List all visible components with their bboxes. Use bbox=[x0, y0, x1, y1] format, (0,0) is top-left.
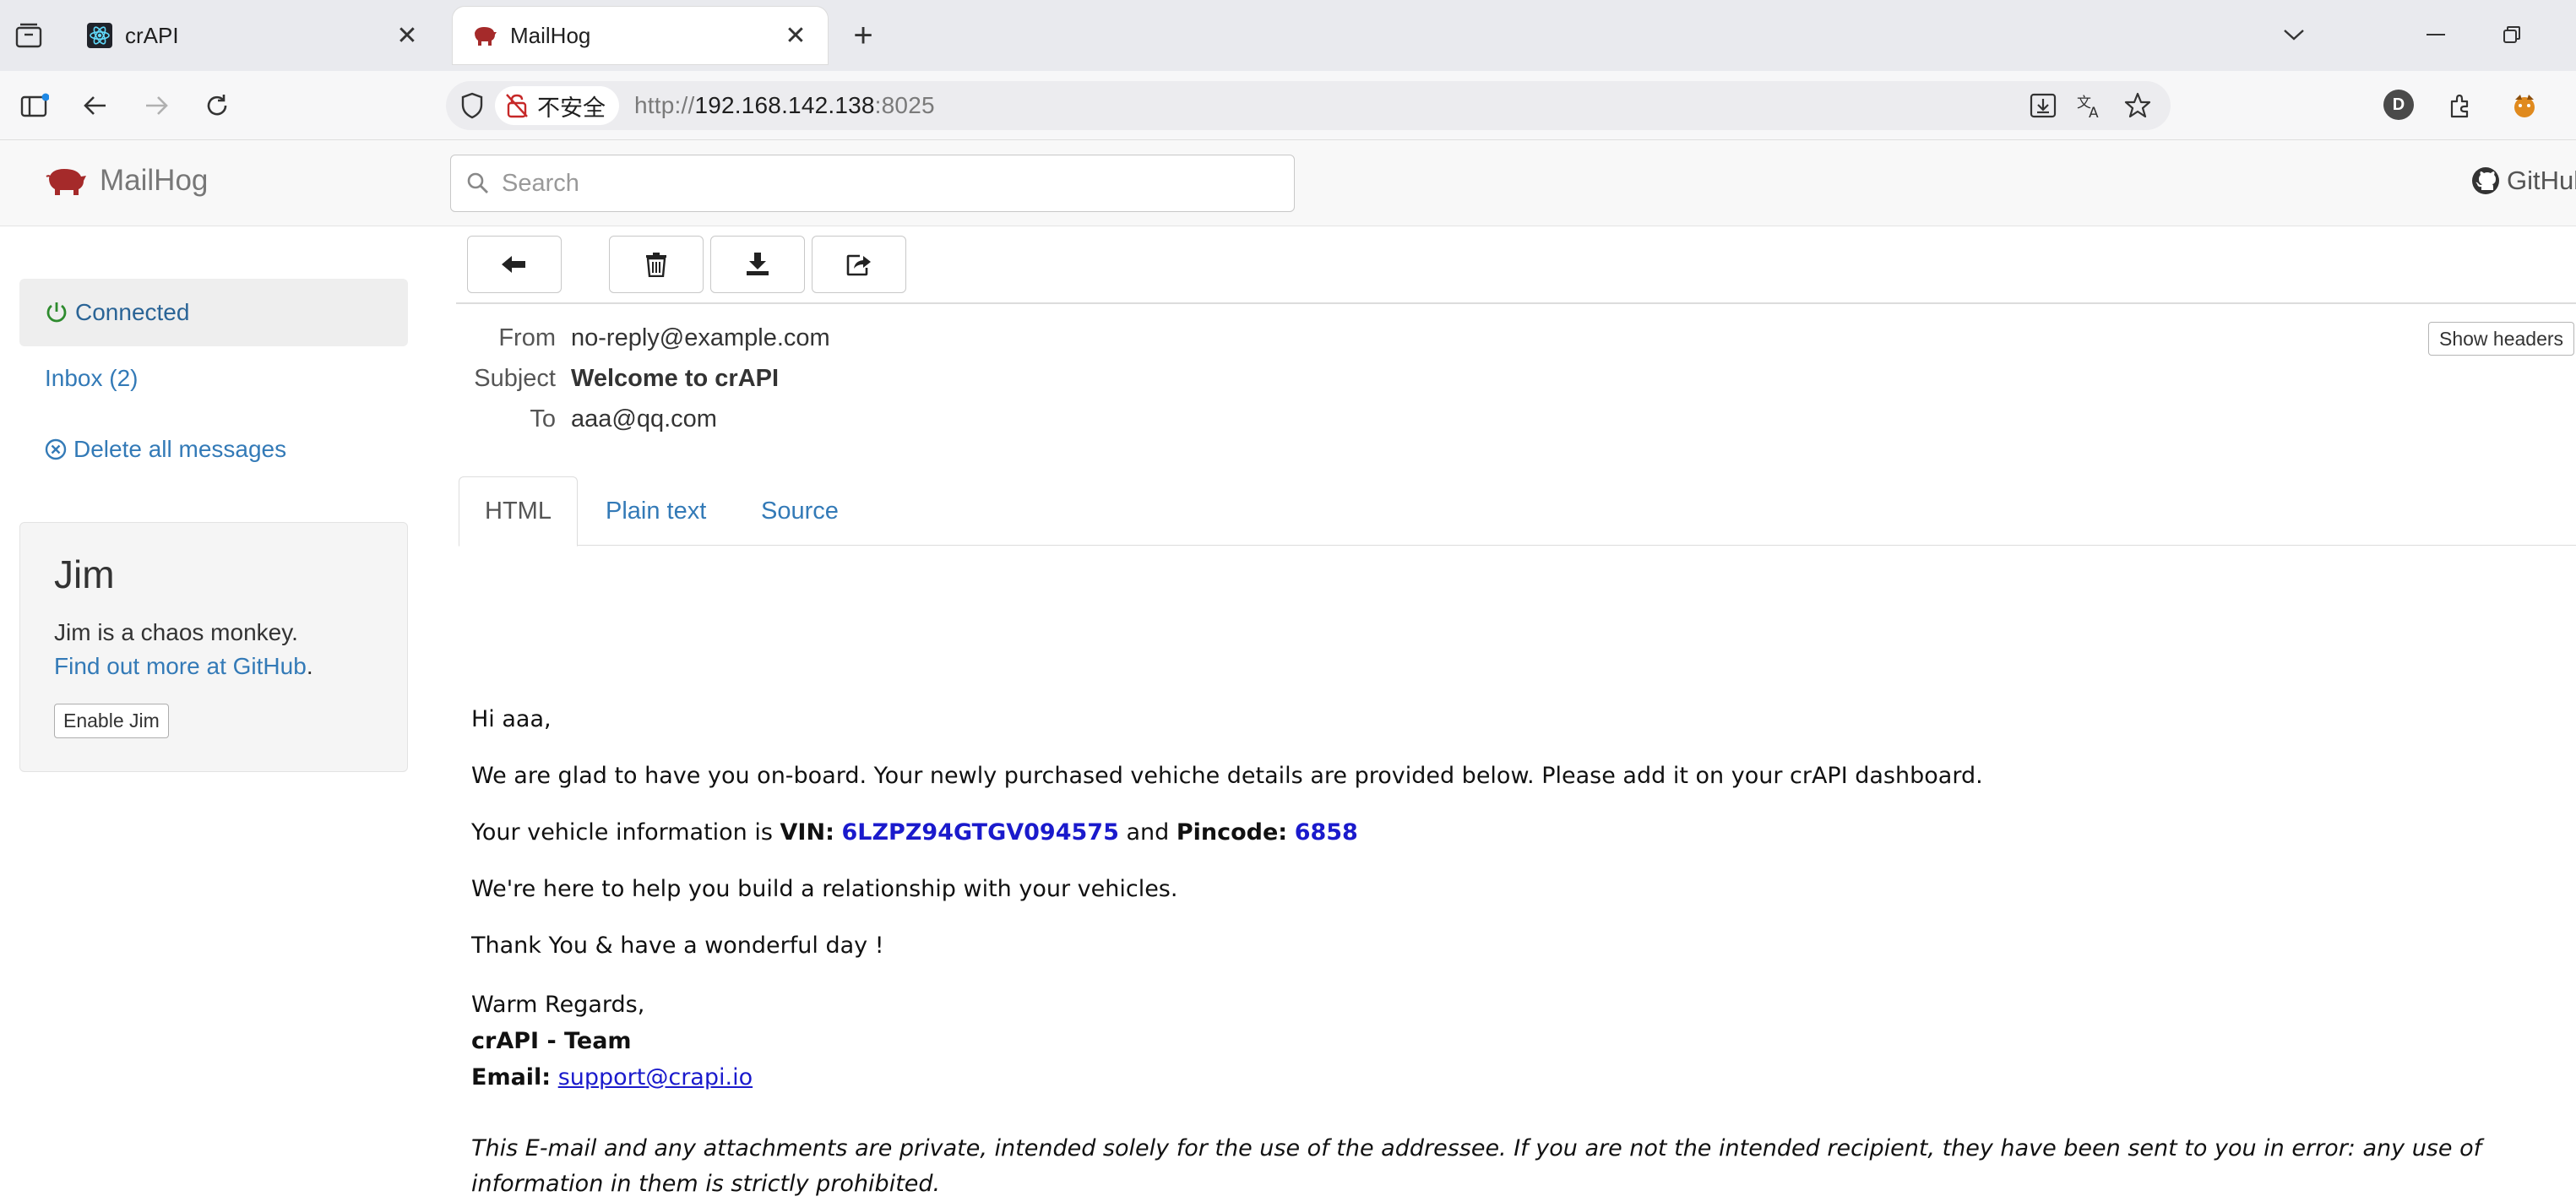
back-button[interactable] bbox=[467, 236, 562, 293]
jim-description: Jim is a chaos monkey. bbox=[54, 619, 298, 645]
email-label: Email: bbox=[471, 1064, 552, 1091]
pincode-value: 6858 bbox=[1294, 819, 1358, 846]
share-icon bbox=[846, 254, 871, 276]
power-icon bbox=[45, 301, 68, 324]
delete-all-label: Delete all messages bbox=[73, 436, 287, 462]
search-icon bbox=[466, 171, 490, 195]
message-toolbar bbox=[456, 226, 2576, 304]
github-label: GitHub bbox=[2507, 166, 2576, 195]
mailhog-page: MailHog GitHub Connected Inbox (2) bbox=[0, 140, 2576, 1197]
close-icon[interactable]: ✕ bbox=[782, 22, 809, 50]
extension-avatar-icon[interactable] bbox=[2503, 84, 2546, 127]
message-view-tabs: HTML Plain text Source bbox=[459, 476, 2576, 547]
tab-overview-icon[interactable] bbox=[10, 19, 47, 52]
browser-toolbar: 不安全 http://192.168.142.138:8025 文A D bbox=[0, 71, 2576, 140]
browser-tab-title: MailHog bbox=[510, 22, 591, 48]
reload-icon[interactable] bbox=[196, 84, 238, 127]
url-text[interactable]: http://192.168.142.138:8025 bbox=[634, 92, 935, 119]
browser-tab-crapi[interactable]: crAPI ✕ bbox=[68, 7, 439, 64]
greeting: Hi aaa, bbox=[471, 706, 552, 732]
github-link[interactable]: GitHub bbox=[2471, 166, 2576, 196]
body-line-1: We are glad to have you on-board. Your n… bbox=[471, 763, 1983, 789]
arrow-left-icon bbox=[502, 256, 525, 273]
github-icon bbox=[2471, 166, 2500, 195]
connected-label: Connected bbox=[75, 299, 190, 325]
from-value: no-reply@example.com bbox=[571, 324, 830, 351]
team-name: crAPI - Team bbox=[471, 1028, 632, 1054]
search-box[interactable] bbox=[450, 155, 1295, 212]
tab-plain-text[interactable]: Plain text bbox=[580, 476, 731, 546]
translate-icon[interactable]: 文A bbox=[2073, 88, 2108, 123]
subject-label: Subject bbox=[474, 364, 556, 392]
restore-icon[interactable] bbox=[2486, 15, 2537, 54]
extensions-puzzle-icon[interactable] bbox=[2439, 84, 2481, 127]
svg-text:A: A bbox=[2089, 105, 2099, 119]
email-line: Email: support@crapi.io bbox=[471, 1064, 753, 1091]
browser-tab-title: crAPI bbox=[125, 22, 179, 48]
install-app-icon[interactable] bbox=[2025, 88, 2061, 123]
tab-html[interactable]: HTML bbox=[459, 476, 578, 547]
jim-link-suffix: . bbox=[306, 653, 313, 679]
jim-title: Jim bbox=[54, 552, 115, 596]
show-headers-button[interactable]: Show headers bbox=[2428, 322, 2575, 356]
url-port: :8025 bbox=[874, 92, 935, 118]
download-message-button[interactable] bbox=[710, 236, 805, 293]
back-arrow-icon[interactable] bbox=[74, 84, 117, 127]
react-icon bbox=[86, 22, 113, 49]
pig-icon bbox=[471, 22, 498, 49]
mailhog-brand[interactable]: MailHog bbox=[46, 164, 208, 198]
connected-status[interactable]: Connected bbox=[19, 279, 408, 346]
delete-message-button[interactable] bbox=[609, 236, 704, 293]
new-tab-plus-icon[interactable]: + bbox=[845, 17, 882, 54]
insecure-lock-icon bbox=[505, 93, 529, 118]
enable-jim-button[interactable]: Enable Jim bbox=[54, 704, 169, 738]
vin-prefix: Your vehicle information is bbox=[471, 819, 780, 846]
vin-value: 6LZPZ94GTGV094575 bbox=[841, 819, 1119, 846]
search-input[interactable] bbox=[502, 169, 1262, 198]
sidebar-toggle-icon[interactable] bbox=[14, 84, 56, 127]
minimize-icon[interactable] bbox=[2410, 15, 2461, 54]
circle-x-icon bbox=[45, 438, 67, 460]
browser-tabstrip: crAPI ✕ MailHog ✕ + bbox=[0, 0, 2576, 71]
security-label: 不安全 bbox=[537, 95, 606, 121]
tab-list-chevron-icon[interactable] bbox=[2269, 15, 2319, 54]
site-security-badge[interactable]: 不安全 bbox=[495, 86, 619, 125]
regards: Warm Regards, bbox=[471, 992, 645, 1018]
to-value: aaa@qq.com bbox=[571, 405, 717, 432]
support-email-link[interactable]: support@crapi.io bbox=[558, 1064, 753, 1091]
url-host: 192.168.142.138 bbox=[694, 92, 875, 118]
pincode-label: Pincode: bbox=[1176, 819, 1288, 846]
close-icon[interactable]: ✕ bbox=[394, 22, 421, 50]
jim-github-link[interactable]: Find out more at GitHub bbox=[54, 653, 307, 679]
mailhog-navbar: MailHog GitHub bbox=[0, 140, 2576, 226]
favorite-star-icon[interactable] bbox=[2120, 88, 2155, 123]
from-label: From bbox=[498, 324, 556, 351]
mailhog-pig-logo-icon bbox=[46, 166, 88, 196]
body-line-3: We're here to help you build a relations… bbox=[471, 876, 1178, 902]
sidebar-item-delete-all[interactable]: Delete all messages bbox=[45, 436, 286, 463]
disclaimer: This E-mail and any attachments are priv… bbox=[471, 1135, 2482, 1197]
tab-source[interactable]: Source bbox=[736, 476, 864, 546]
team-signature: crAPI - Team bbox=[471, 1028, 632, 1054]
url-scheme: http:// bbox=[634, 92, 695, 118]
jim-panel: Jim Jim is a chaos monkey. Find out more… bbox=[19, 522, 408, 772]
sidebar-item-inbox[interactable]: Inbox (2) bbox=[45, 365, 139, 392]
address-bar[interactable]: 不安全 http://192.168.142.138:8025 文A bbox=[446, 81, 2171, 130]
mailhog-sidebar: Connected Inbox (2) Delete all messages … bbox=[0, 226, 422, 1076]
trash-icon bbox=[646, 253, 666, 277]
shield-icon[interactable] bbox=[449, 81, 495, 130]
brand-name: MailHog bbox=[100, 164, 209, 197]
and-text: and bbox=[1118, 819, 1177, 846]
release-message-button[interactable] bbox=[812, 236, 906, 293]
forward-arrow-icon[interactable] bbox=[135, 84, 177, 127]
inbox-label: Inbox (2) bbox=[45, 365, 139, 391]
subject-value: Welcome to crAPI bbox=[571, 364, 780, 392]
browser-tab-mailhog[interactable]: MailHog ✕ bbox=[453, 7, 828, 64]
download-icon bbox=[747, 253, 769, 275]
profile-avatar[interactable]: D bbox=[2383, 90, 2414, 120]
body-line-4: Thank You & have a wonderful day ! bbox=[471, 933, 884, 959]
to-label: To bbox=[530, 405, 556, 432]
vehicle-info-line: Your vehicle information is VIN: 6LZPZ94… bbox=[471, 819, 1358, 846]
vin-label: VIN: bbox=[780, 819, 834, 846]
